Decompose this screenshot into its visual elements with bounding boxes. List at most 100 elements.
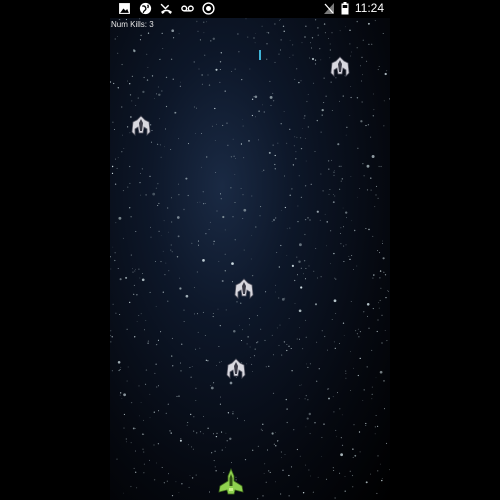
star xyxy=(238,51,240,53)
star xyxy=(242,329,243,331)
star xyxy=(310,42,311,44)
star xyxy=(344,490,346,492)
star xyxy=(211,125,213,127)
star xyxy=(110,81,112,83)
star xyxy=(362,74,363,76)
star xyxy=(275,291,276,293)
star xyxy=(121,106,123,108)
star xyxy=(122,190,124,192)
enemy-ship xyxy=(234,278,254,299)
star xyxy=(193,287,195,288)
star xyxy=(136,487,138,489)
star xyxy=(242,194,244,196)
star xyxy=(356,47,358,49)
star xyxy=(143,451,145,453)
star xyxy=(349,29,351,31)
star xyxy=(279,49,281,51)
star xyxy=(193,61,195,63)
voicemail-icon xyxy=(181,5,194,12)
star xyxy=(363,389,365,391)
star xyxy=(251,114,254,117)
star xyxy=(314,150,316,152)
star xyxy=(239,324,240,326)
star xyxy=(373,109,375,111)
star xyxy=(268,32,270,34)
player-ship[interactable] xyxy=(217,468,245,496)
star xyxy=(284,454,286,455)
star xyxy=(129,182,131,184)
star xyxy=(185,177,188,180)
star xyxy=(325,478,328,480)
star xyxy=(339,100,340,102)
star xyxy=(340,165,342,167)
star xyxy=(298,175,300,177)
star xyxy=(224,253,226,255)
star xyxy=(220,193,221,195)
star xyxy=(132,427,135,430)
star xyxy=(143,76,145,79)
star xyxy=(164,128,167,130)
star xyxy=(188,486,190,489)
star xyxy=(321,436,323,439)
star xyxy=(332,396,334,398)
star xyxy=(120,392,122,394)
star xyxy=(329,43,331,45)
star xyxy=(327,388,330,390)
star xyxy=(115,222,117,224)
star xyxy=(157,143,159,145)
star xyxy=(170,432,172,434)
star xyxy=(114,252,116,254)
star xyxy=(372,308,374,310)
star xyxy=(334,277,336,279)
star xyxy=(357,196,358,198)
star xyxy=(274,61,276,63)
star xyxy=(367,124,370,126)
star xyxy=(372,93,374,95)
star xyxy=(381,242,383,244)
star xyxy=(214,140,216,141)
star xyxy=(158,230,160,233)
star xyxy=(117,361,121,364)
star xyxy=(365,424,367,426)
star xyxy=(206,21,208,23)
star xyxy=(111,172,114,175)
star xyxy=(209,491,211,493)
star xyxy=(350,86,352,87)
star xyxy=(296,68,298,70)
star xyxy=(251,274,254,277)
star xyxy=(310,475,311,477)
star xyxy=(149,175,151,177)
enemy-ship xyxy=(330,56,350,77)
star xyxy=(153,411,155,413)
star xyxy=(372,115,374,117)
star xyxy=(123,393,126,397)
star xyxy=(132,271,134,273)
star xyxy=(135,427,137,429)
game-canvas[interactable]: Num Kills: 3 xyxy=(110,18,390,500)
star xyxy=(163,220,165,222)
star xyxy=(165,262,167,264)
star xyxy=(280,39,282,41)
star xyxy=(317,34,319,36)
star xyxy=(359,331,361,333)
star xyxy=(314,303,318,306)
star xyxy=(291,264,295,268)
star xyxy=(180,81,181,83)
star xyxy=(133,284,135,286)
star xyxy=(289,57,291,58)
star xyxy=(153,444,155,446)
star xyxy=(198,68,200,70)
star xyxy=(225,446,226,448)
star xyxy=(320,276,322,278)
star xyxy=(155,363,157,365)
star xyxy=(326,349,329,351)
star xyxy=(293,145,295,147)
star xyxy=(382,33,384,34)
star xyxy=(181,483,183,485)
star xyxy=(171,197,172,199)
star xyxy=(383,380,385,382)
star xyxy=(320,131,322,133)
star xyxy=(140,173,141,174)
star xyxy=(269,95,273,99)
star xyxy=(366,60,368,62)
